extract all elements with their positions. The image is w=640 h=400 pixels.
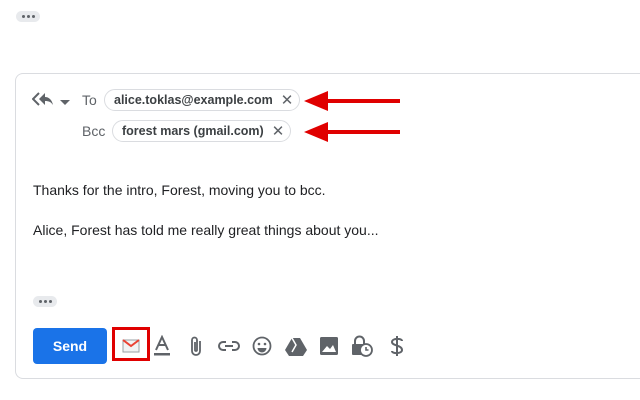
reply-type-control[interactable] (31, 91, 70, 112)
attach-icon[interactable] (184, 334, 208, 358)
remove-recipient-icon[interactable]: ✕ (272, 124, 285, 139)
confidential-icon[interactable] (350, 334, 374, 358)
chevron-down-icon[interactable] (60, 93, 70, 111)
drive-icon[interactable] (284, 334, 308, 358)
annotation-arrow-bcc (304, 122, 400, 142)
annotation-arrow-to (304, 91, 400, 111)
message-line[interactable]: Thanks for the intro, Forest, moving you… (33, 182, 326, 198)
to-label: To (82, 92, 97, 108)
to-recipient-chip[interactable]: alice.toklas@example.com ✕ (104, 89, 301, 111)
bcc-label: Bcc (82, 123, 106, 139)
gmail-icon[interactable] (119, 334, 143, 358)
reply-all-icon[interactable] (31, 91, 54, 112)
remove-recipient-icon[interactable]: ✕ (281, 93, 294, 108)
show-trimmed-content-top[interactable] (16, 11, 40, 22)
send-button[interactable]: Send (33, 328, 107, 364)
money-icon[interactable] (385, 334, 409, 358)
bcc-recipient-chip[interactable]: forest mars (gmail.com) ✕ (112, 120, 292, 142)
emoji-icon[interactable] (250, 334, 274, 358)
photo-icon[interactable] (317, 334, 341, 358)
bcc-recipient-text: forest mars (gmail.com) (122, 124, 264, 138)
format-text-icon[interactable] (150, 334, 174, 358)
to-recipient-text: alice.toklas@example.com (114, 93, 273, 107)
message-line[interactable]: Alice, Forest has told me really great t… (33, 222, 379, 238)
link-icon[interactable] (217, 334, 241, 358)
show-trimmed-content[interactable] (33, 296, 57, 307)
